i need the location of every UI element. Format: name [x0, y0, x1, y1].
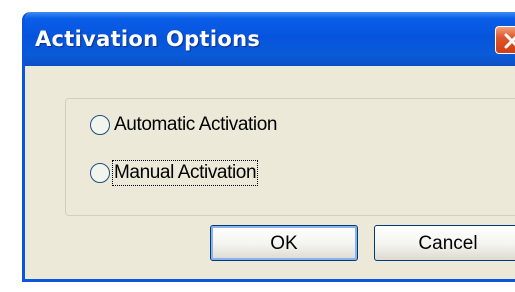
automatic-activation-label[interactable]: Automatic Activation: [114, 114, 277, 136]
cancel-button[interactable]: Cancel: [374, 225, 515, 261]
automatic-activation-radio[interactable]: [90, 115, 110, 135]
dialog-title: Activation Options: [35, 27, 261, 51]
manual-activation-label[interactable]: Manual Activation: [111, 160, 259, 186]
manual-activation-option[interactable]: Manual Activation: [90, 160, 259, 186]
close-icon: [504, 33, 515, 49]
ok-button[interactable]: OK: [210, 225, 358, 261]
title-bar[interactable]: Activation Options: [25, 12, 515, 66]
close-button[interactable]: [495, 26, 515, 54]
activation-options-dialog: Activation Options Automatic Activation …: [22, 12, 515, 282]
manual-activation-radio[interactable]: [90, 163, 110, 183]
automatic-activation-option[interactable]: Automatic Activation: [90, 114, 277, 136]
